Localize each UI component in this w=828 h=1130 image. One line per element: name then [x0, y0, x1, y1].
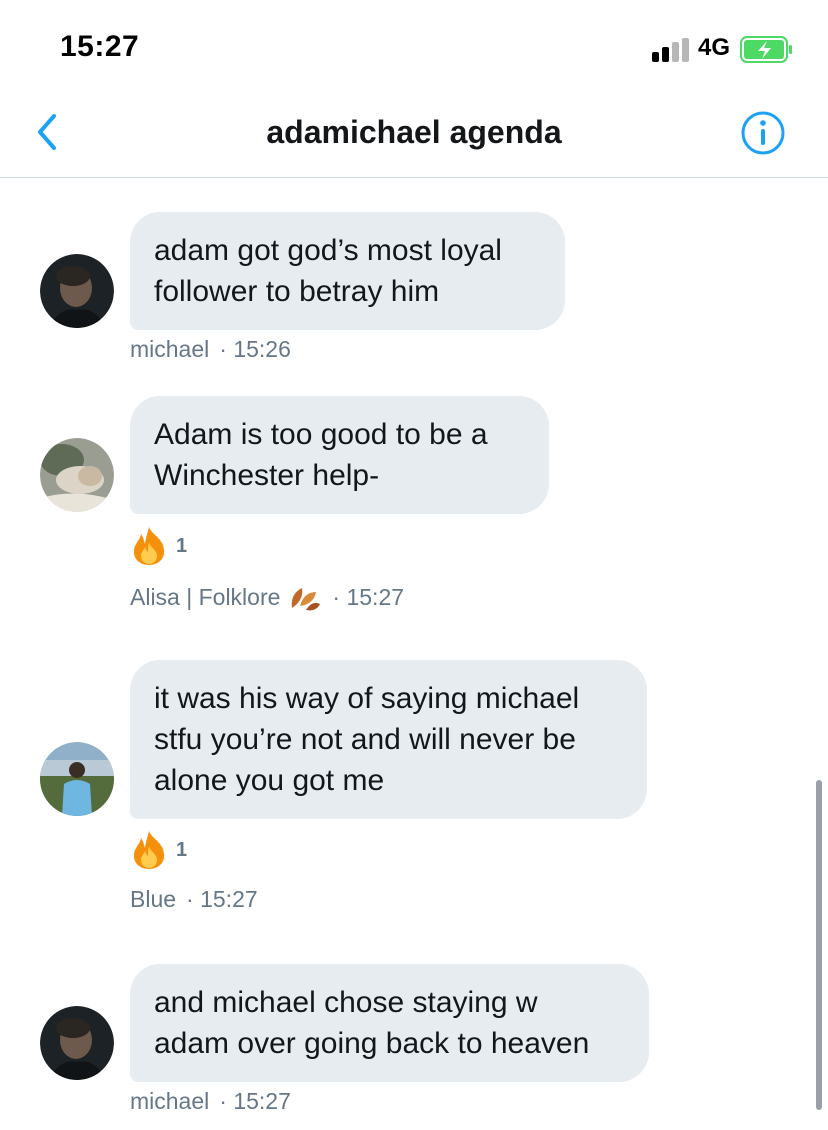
message-text-line: stfu you’re not and will never be	[154, 723, 576, 756]
message-text-line: and michael chose staying w	[154, 986, 538, 1019]
message-meta: michael · 15:27	[130, 1088, 295, 1115]
message-bubble[interactable]: it was his way of saying michael stfu yo…	[130, 660, 647, 819]
reaction[interactable]: 1	[130, 526, 187, 566]
fire-icon	[133, 831, 165, 869]
timestamp: · 15:27	[186, 886, 258, 912]
message-text-line: Adam is too good to be a	[154, 418, 488, 451]
timestamp: · 15:26	[219, 336, 291, 362]
author-name[interactable]: michael	[130, 1088, 209, 1115]
message-bubble[interactable]: and michael chose staying w adam over go…	[130, 964, 649, 1082]
reaction-count: 1	[176, 534, 188, 557]
conversation-header: adamichael agenda	[0, 96, 828, 178]
conversation-title: adamichael agenda	[266, 114, 562, 150]
message-text-line: Winchester help-	[154, 459, 380, 492]
network-type: 4G	[698, 34, 731, 61]
timestamp: · 15:27	[332, 583, 405, 610]
message-meta: michael · 15:26	[130, 336, 295, 363]
status-bar: 15:27 4G	[0, 0, 828, 96]
scrollbar[interactable]	[816, 780, 822, 1110]
fire-icon	[133, 527, 165, 565]
author-name[interactable]: Alisa | Folklore	[130, 584, 280, 611]
avatar[interactable]	[40, 1006, 114, 1080]
battery-charging-icon	[740, 36, 792, 63]
message-bubble[interactable]: adam got god’s most loyal follower to be…	[130, 212, 565, 330]
info-icon[interactable]	[740, 110, 786, 156]
reaction-count: 1	[176, 838, 188, 861]
avatar[interactable]	[40, 438, 114, 512]
avatar[interactable]	[40, 742, 114, 816]
avatar[interactable]	[40, 254, 114, 328]
message-meta: Alisa | Folklore · 15:27	[130, 582, 408, 612]
status-time: 15:27	[60, 30, 140, 63]
message-text-line: follower to betray him	[154, 275, 440, 308]
message-text-line: alone you got me	[154, 764, 385, 797]
message-text-line: it was his way of saying michael	[154, 682, 580, 715]
message-text-line: adam over going back to heaven	[154, 1027, 590, 1060]
message-meta: Blue · 15:27	[130, 886, 262, 913]
message-text-line: adam got god’s most loyal	[154, 234, 502, 267]
signal-strength-icon	[652, 38, 690, 62]
timestamp: · 15:27	[219, 1088, 291, 1114]
reaction[interactable]: 1	[130, 830, 187, 870]
message-bubble[interactable]: Adam is too good to be a Winchester help…	[130, 396, 549, 514]
leaves-icon	[292, 588, 321, 611]
author-name[interactable]: Blue	[130, 886, 176, 913]
author-name[interactable]: michael	[130, 336, 209, 363]
